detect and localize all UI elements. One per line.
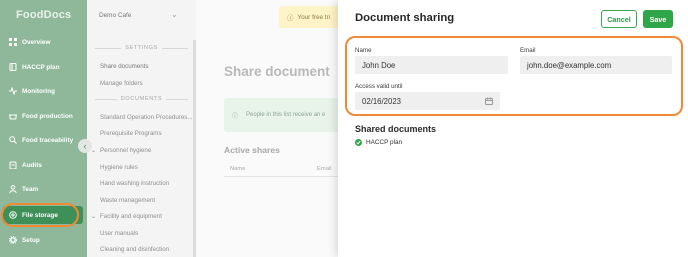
sidebar-link-waste-management[interactable]: Waste management [100, 197, 155, 204]
nav-item-overview[interactable]: Overview [0, 33, 87, 51]
file-storage-highlight [1, 203, 79, 227]
book-icon [9, 63, 17, 71]
cancel-button[interactable]: Cancel [601, 10, 637, 28]
sidebar-link-cleaning[interactable]: Cleaning and disinfection [100, 246, 169, 253]
column-header-email: Email [317, 166, 332, 172]
sidebar-link-sop[interactable]: Standard Operation Procedures... [100, 114, 193, 121]
document-sharing-drawer: Document sharing Cancel Save Name John D… [338, 0, 688, 257]
valid-until-label: Access valid until [355, 83, 403, 90]
nav-item-food-traceability[interactable]: Food traceability [0, 131, 87, 149]
info-icon: ⓘ [287, 14, 294, 22]
chevron-down-icon[interactable]: ⌄ [171, 10, 178, 19]
date-value: 02/16/2023 [362, 96, 402, 106]
gear-icon [9, 236, 17, 244]
calendar-icon[interactable] [485, 97, 493, 105]
nav-label: Team [22, 185, 39, 193]
email-label: Email [520, 47, 536, 54]
nav-label: HACCP plan [22, 63, 60, 71]
nav-label: Overview [22, 38, 51, 46]
sidebar-link-hygiene-rules[interactable]: Hygiene rules [100, 164, 138, 171]
table-divider [224, 176, 346, 177]
shared-documents-heading: Shared documents [355, 124, 437, 134]
grid-icon [9, 38, 17, 46]
check-icon [355, 139, 362, 146]
nav-label: Monitoring [22, 87, 56, 95]
nav-label: Audits [22, 161, 42, 169]
collapse-sidebar-button[interactable]: ‹ [78, 139, 92, 153]
nav-item-setup[interactable]: Setup [0, 231, 87, 249]
sidebar-link-user-manuals[interactable]: User manuals [100, 230, 138, 237]
page-title: Share document [224, 64, 330, 79]
magnifier-icon [9, 136, 17, 144]
nav-label: Setup [22, 236, 40, 244]
sidebar-link-manage-folders[interactable]: Manage folders [100, 80, 143, 87]
trial-banner: ⓘ Your free tri [279, 6, 344, 28]
date-field[interactable]: 02/16/2023 [355, 92, 500, 110]
nav-item-haccp-plan[interactable]: HACCP plan [0, 58, 87, 76]
email-field[interactable]: john.doe@example.com [520, 56, 672, 74]
sidebar-link-facility[interactable]: Facility and equipment [100, 213, 162, 220]
info-banner: ⓘ People in this list receive an e [224, 98, 346, 132]
drawer-title: Document sharing [355, 12, 455, 24]
name-label: Name [355, 47, 372, 54]
nav-label: Food production [22, 112, 73, 120]
nav-item-audits[interactable]: Audits [0, 156, 87, 174]
shared-document-item: HACCP plan [355, 139, 402, 146]
sidebar-link-share-documents[interactable]: Share documents [100, 63, 149, 70]
pulse-icon [9, 87, 17, 95]
pot-icon [9, 114, 17, 120]
org-selector[interactable]: Demo Cafe [99, 12, 131, 19]
documents-heading: DOCUMENTS [87, 96, 196, 102]
person-icon [9, 185, 17, 193]
nav-label: Food traceability [22, 136, 74, 144]
nav-item-food-production[interactable]: Food production [0, 107, 87, 125]
info-icon: ⓘ [232, 113, 239, 120]
active-shares-heading: Active shares [224, 145, 280, 155]
chevron-down-icon[interactable]: ⌄ [91, 147, 96, 154]
nav-item-monitoring[interactable]: Monitoring [0, 82, 87, 100]
sidebar-link-hand-washing[interactable]: Hand washing instruction [100, 180, 169, 187]
save-button[interactable]: Save [643, 10, 673, 28]
logo: FoodDocs [16, 9, 72, 21]
chevron-down-icon[interactable]: ⌄ [91, 213, 96, 220]
secondary-sidebar: Demo Cafe ⌄ SETTINGS Share documents Man… [87, 0, 196, 257]
name-field[interactable]: John Doe [355, 56, 508, 74]
sidebar-link-personnel-hygiene[interactable]: Personnel hygiene [100, 147, 151, 154]
settings-heading: SETTINGS [87, 45, 196, 51]
sidebar-link-prerequisite[interactable]: Prerequisite Programs [100, 130, 162, 137]
main-nav: FoodDocs Overview HACCP plan Monitoring … [0, 0, 87, 257]
clipboard-icon [9, 161, 17, 169]
column-header-name: Name [230, 166, 246, 172]
nav-item-team[interactable]: Team [0, 180, 87, 198]
document-name: HACCP plan [366, 139, 403, 146]
